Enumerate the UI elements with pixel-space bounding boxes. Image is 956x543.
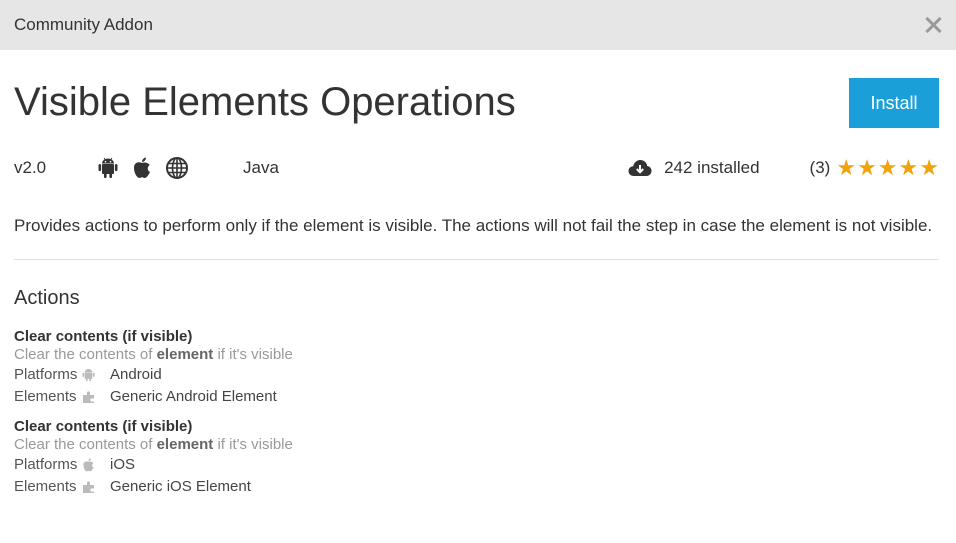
globe-icon: [166, 157, 188, 179]
action-description-text: Clear the contents of: [14, 346, 157, 363]
action-elements: Elements Generic Android Element: [14, 386, 939, 408]
installed-count: 242 installed: [628, 158, 760, 178]
action-description-param: element: [156, 346, 214, 363]
puzzle-icon: [82, 480, 110, 494]
elements-label: Elements: [14, 388, 77, 405]
action-description-text: if it's visible: [213, 436, 293, 453]
star-icon: ★: [857, 155, 877, 180]
action-description-param: element: [156, 436, 214, 453]
puzzle-icon: [82, 390, 110, 404]
action-description-text: Clear the contents of: [14, 436, 157, 453]
rating-stars: ★ ★ ★ ★ ★: [836, 155, 939, 180]
action-title: Clear contents (if visible): [14, 328, 193, 345]
action-description: Clear the contents of element if it's vi…: [14, 345, 939, 364]
rating-count: (3): [809, 158, 831, 177]
element-value: Generic iOS Element: [110, 478, 251, 495]
rating: (3) ★ ★ ★ ★ ★: [809, 155, 939, 180]
action-elements: Elements Generic iOS Element: [14, 476, 939, 498]
dialog-title: Community Addon: [14, 15, 153, 34]
addon-details: Visible Elements Operations Install v2.0: [0, 78, 956, 498]
action-description: Clear the contents of element if it's vi…: [14, 435, 939, 454]
divider: [14, 259, 939, 260]
star-icon: ★: [836, 155, 857, 180]
action-platforms: Platforms iOS: [14, 454, 939, 476]
install-button[interactable]: Install: [849, 78, 939, 128]
addon-stats: 242 installed (3) ★ ★ ★ ★ ★: [628, 155, 939, 180]
apple-icon: [134, 157, 150, 178]
android-icon: [98, 157, 118, 178]
action-description-text: if it's visible: [213, 346, 293, 363]
action-item: Clear contents (if visible) Clear the co…: [14, 328, 939, 408]
dialog-titlebar: Community Addon: [0, 0, 956, 50]
platform-value: iOS: [110, 456, 136, 473]
language-label: Java: [243, 158, 279, 177]
elements-label: Elements: [14, 478, 77, 495]
star-icon: ★: [877, 155, 898, 180]
platform-value: Android: [110, 366, 162, 383]
apple-icon: [82, 458, 110, 472]
version-label: v2.0: [14, 158, 47, 177]
cloud-download-icon: [628, 160, 652, 176]
android-icon: [82, 368, 110, 382]
platforms-label: Platforms: [14, 366, 78, 383]
action-item: Clear contents (if visible) Clear the co…: [14, 418, 939, 498]
platform-icons: [98, 157, 243, 179]
platforms-label: Platforms: [14, 456, 78, 473]
addon-title: Visible Elements Operations: [14, 80, 516, 124]
actions-heading: Actions: [14, 287, 80, 309]
addon-description: Provides actions to perform only if the …: [14, 216, 933, 235]
star-icon: ★: [898, 155, 919, 180]
addon-header: Visible Elements Operations Install: [14, 78, 939, 128]
addon-meta: v2.0 Java 242 installed (3) ★ ★ ★ ★ ★: [14, 154, 939, 182]
installed-text: 242 installed: [664, 158, 760, 177]
action-platforms: Platforms Android: [14, 364, 939, 386]
element-value: Generic Android Element: [110, 388, 277, 405]
action-title: Clear contents (if visible): [14, 418, 193, 435]
close-icon[interactable]: [924, 16, 942, 34]
star-icon: ★: [919, 155, 939, 180]
